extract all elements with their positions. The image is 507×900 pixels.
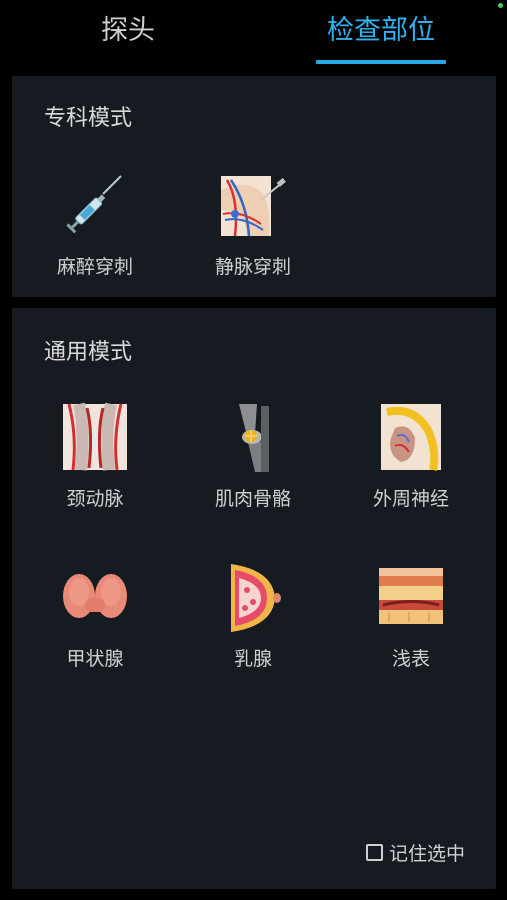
carotid-artery-icon	[63, 402, 127, 471]
tab-probe[interactable]: 探头	[60, 10, 196, 60]
exam-item-carotid[interactable]: 颈动脉	[20, 402, 170, 511]
exam-item-label: 麻醉穿刺	[56, 256, 133, 278]
breast-icon	[231, 564, 281, 632]
peripheral-nerve-icon	[381, 404, 441, 471]
knee-joint-icon	[239, 404, 269, 472]
exam-item-anesthesia-puncture[interactable]: 麻醉穿刺	[20, 170, 170, 279]
syringe-icon	[66, 175, 122, 234]
special-mode-panel: 专科模式 麻醉穿刺 静脉穿刺	[12, 76, 496, 297]
remember-selection-checkbox[interactable]	[366, 843, 383, 861]
exam-item-label: 颈动脉	[66, 488, 124, 510]
exam-item-label: 浅表	[391, 648, 430, 670]
exam-item-label: 肌肉骨骼	[214, 488, 291, 510]
shoulder-vein-icon	[221, 176, 286, 237]
remember-selection-toggle[interactable]: 记住选中	[366, 839, 465, 865]
exam-item-label: 乳腺	[233, 648, 272, 670]
exam-item-musculoskeletal[interactable]: 肌肉骨骼	[178, 402, 328, 511]
exam-item-superficial[interactable]: 浅表	[336, 562, 486, 671]
skin-layers-icon	[379, 568, 443, 624]
exam-item-vein-puncture[interactable]: 静脉穿刺	[178, 170, 328, 279]
exam-item-label: 甲状腺	[66, 648, 124, 670]
status-indicator-dot	[498, 3, 503, 8]
thyroid-icon	[63, 574, 127, 618]
exam-item-thyroid[interactable]: 甲状腺	[20, 562, 170, 671]
section-title-special-mode: 专科模式	[44, 106, 133, 131]
exam-item-label: 静脉穿刺	[214, 256, 291, 278]
exam-item-peripheral-nerve[interactable]: 外周神经	[336, 402, 486, 511]
exam-item-label: 外周神经	[372, 488, 449, 510]
tab-exam-site[interactable]: 检查部位	[316, 10, 446, 60]
top-tab-bar: 探头 检查部位	[0, 0, 507, 66]
section-title-general-mode: 通用模式	[44, 340, 133, 365]
active-tab-indicator	[316, 60, 446, 64]
general-mode-panel: 通用模式 颈动脉 肌肉骨骼 外周神经 甲状腺 乳腺 浅表 记住选中	[12, 308, 496, 889]
remember-selection-label: 记住选中	[389, 842, 466, 865]
exam-item-breast[interactable]: 乳腺	[178, 562, 328, 671]
